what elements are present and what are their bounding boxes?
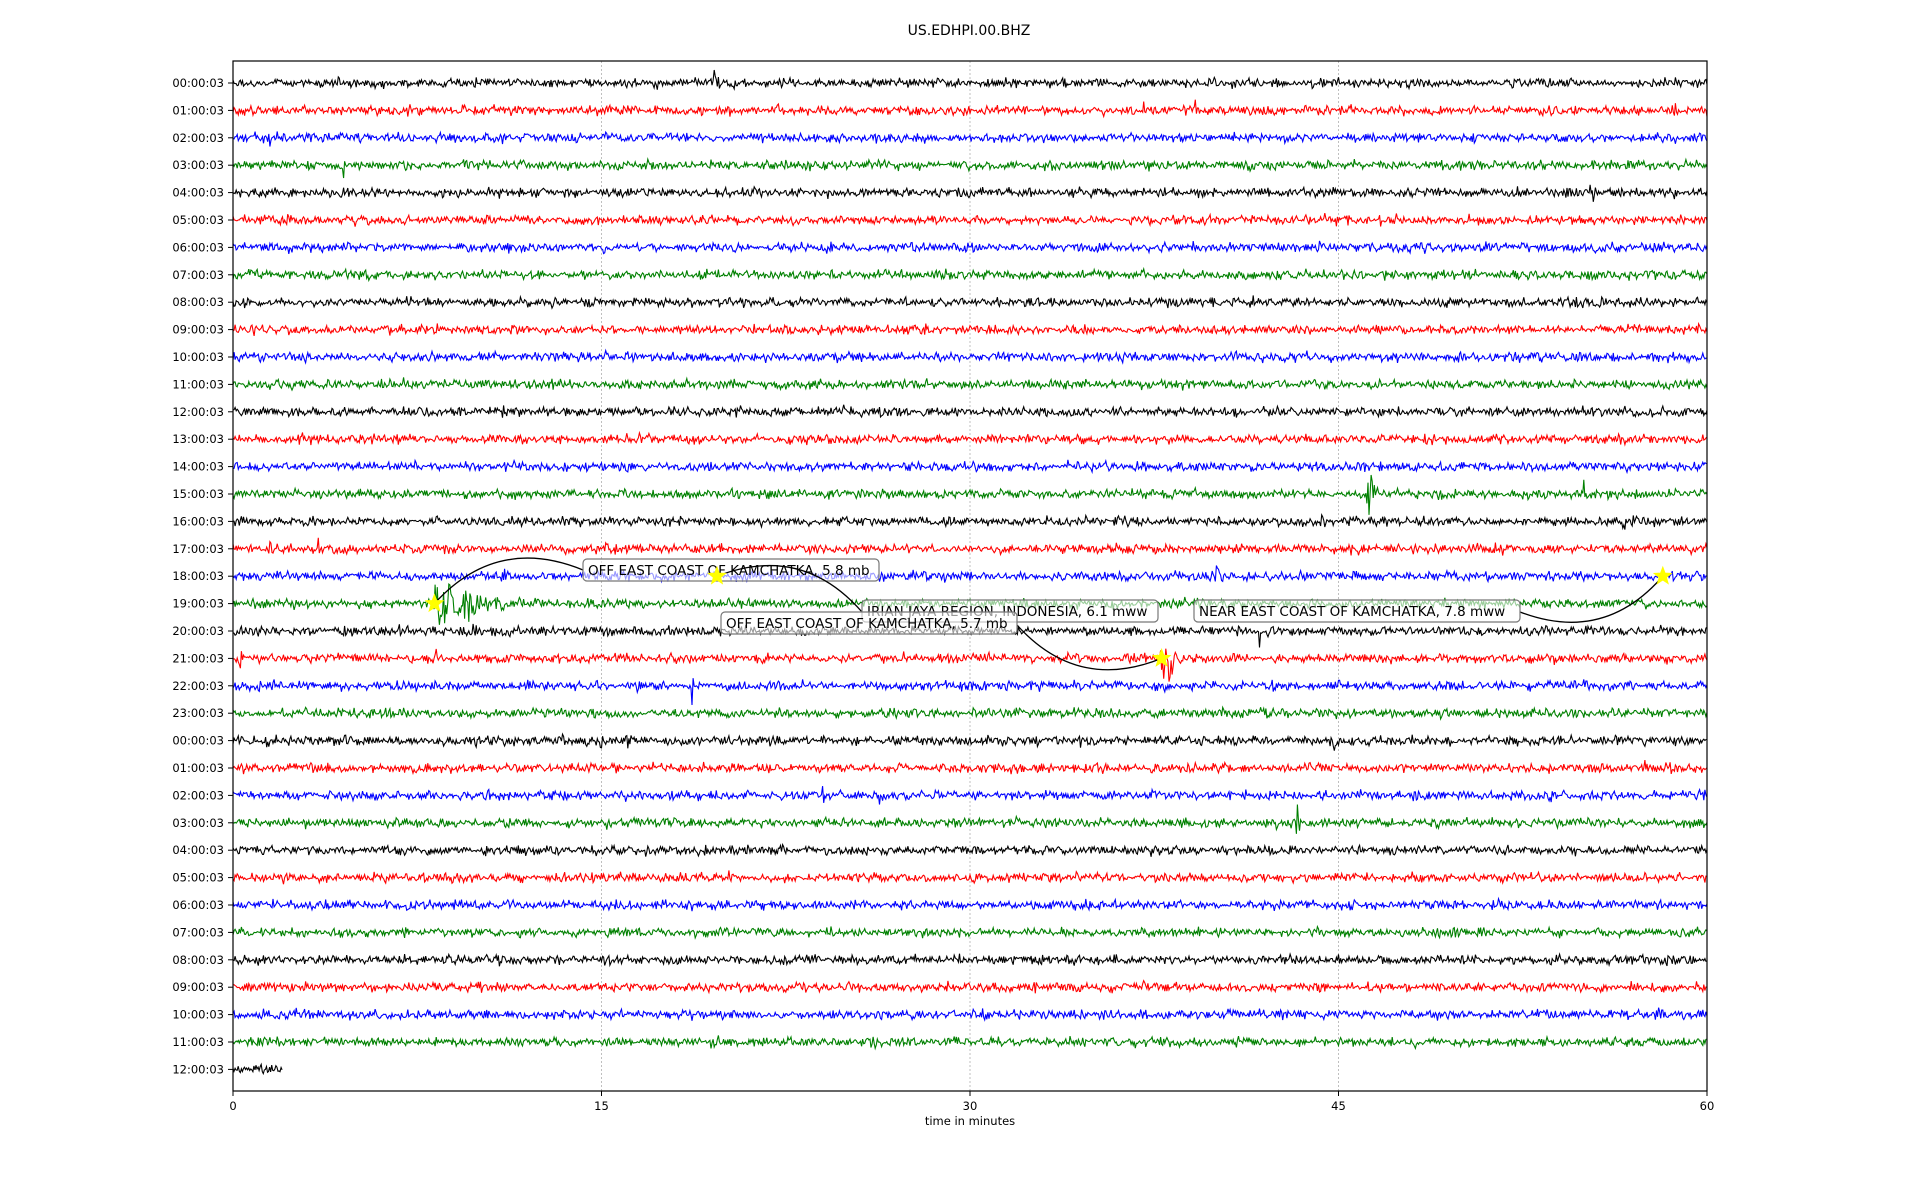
y-tick-label: 05:00:03	[172, 213, 224, 227]
y-tick-label: 22:00:03	[172, 679, 224, 693]
y-tick-label: 19:00:03	[172, 597, 224, 611]
trace-row-5	[232, 212, 1708, 228]
x-tick-label: 45	[1331, 1099, 1346, 1113]
annotation-connector	[433, 557, 584, 605]
y-tick-label: 21:00:03	[172, 651, 224, 665]
y-tick-label: 00:00:03	[172, 76, 224, 90]
y-tick-label: 03:00:03	[172, 816, 224, 830]
y-tick-label: 10:00:03	[172, 350, 224, 364]
trace-row-32	[232, 952, 1708, 968]
y-tick-label: 07:00:03	[172, 268, 224, 282]
annotation-label: OFF EAST COAST OF KAMCHATKA, 5.8 mb	[588, 563, 870, 579]
y-tick-label: 17:00:03	[172, 542, 224, 556]
x-tick-label: 15	[594, 1099, 609, 1113]
event-star-marker	[1652, 565, 1673, 585]
y-tick-label: 04:00:03	[172, 843, 224, 857]
y-tick-label: 11:00:03	[172, 1035, 224, 1049]
y-tick-label: 03:00:03	[172, 158, 224, 172]
helicorder-chart: US.EDHPI.00.BHZ 00:00:03 01:00:03 02:00:03…	[172, 23, 1715, 1128]
y-tick-label: 07:00:03	[172, 925, 224, 939]
y-tick-label: 23:00:03	[172, 706, 224, 720]
y-tick-label: 01:00:03	[172, 103, 224, 117]
y-tick-label: 18:00:03	[172, 569, 224, 583]
y-tick-label: 16:00:03	[172, 514, 224, 528]
annotation-label: NEAR EAST COAST OF KAMCHATKA, 7.8 mww	[1199, 604, 1505, 620]
y-tick-label: 20:00:03	[172, 624, 224, 638]
y-tick-label: 12:00:03	[172, 1062, 224, 1076]
y-tick-label: 02:00:03	[172, 131, 224, 145]
y-tick-label: 13:00:03	[172, 432, 224, 446]
y-tick-label: 08:00:03	[172, 953, 224, 967]
y-tick-label: 08:00:03	[172, 295, 224, 309]
x-axis-label: time in minutes	[925, 1114, 1015, 1128]
y-tick-label: 04:00:03	[172, 186, 224, 200]
chart-title: US.EDHPI.00.BHZ	[908, 23, 1031, 39]
annotation-label: OFF EAST COAST OF KAMCHATKA, 5.7 mb	[726, 616, 1008, 632]
y-tick-label: 09:00:03	[172, 323, 224, 337]
y-tick-label: 15:00:03	[172, 487, 224, 501]
y-tick-label: 00:00:03	[172, 734, 224, 748]
y-tick-label: 11:00:03	[172, 377, 224, 391]
trace-row-22	[232, 678, 1708, 706]
trace-row-36	[232, 1062, 283, 1076]
trace-row-11	[232, 376, 1708, 392]
y-tick-label: 05:00:03	[172, 871, 224, 885]
y-tick-label: 01:00:03	[172, 761, 224, 775]
y-tick-label: 02:00:03	[172, 788, 224, 802]
y-tick-label: 12:00:03	[172, 405, 224, 419]
y-tick-label: 06:00:03	[172, 240, 224, 254]
y-tick-label: 14:00:03	[172, 460, 224, 474]
trace-row-31	[232, 924, 1708, 940]
y-tick-label: 06:00:03	[172, 898, 224, 912]
x-tick-label: 30	[963, 1099, 978, 1113]
trace-row-17	[232, 537, 1708, 557]
y-tick-label: 09:00:03	[172, 980, 224, 994]
x-tick-label: 0	[229, 1099, 236, 1113]
x-tick-label: 60	[1700, 1099, 1715, 1113]
y-tick-label: 10:00:03	[172, 1008, 224, 1022]
